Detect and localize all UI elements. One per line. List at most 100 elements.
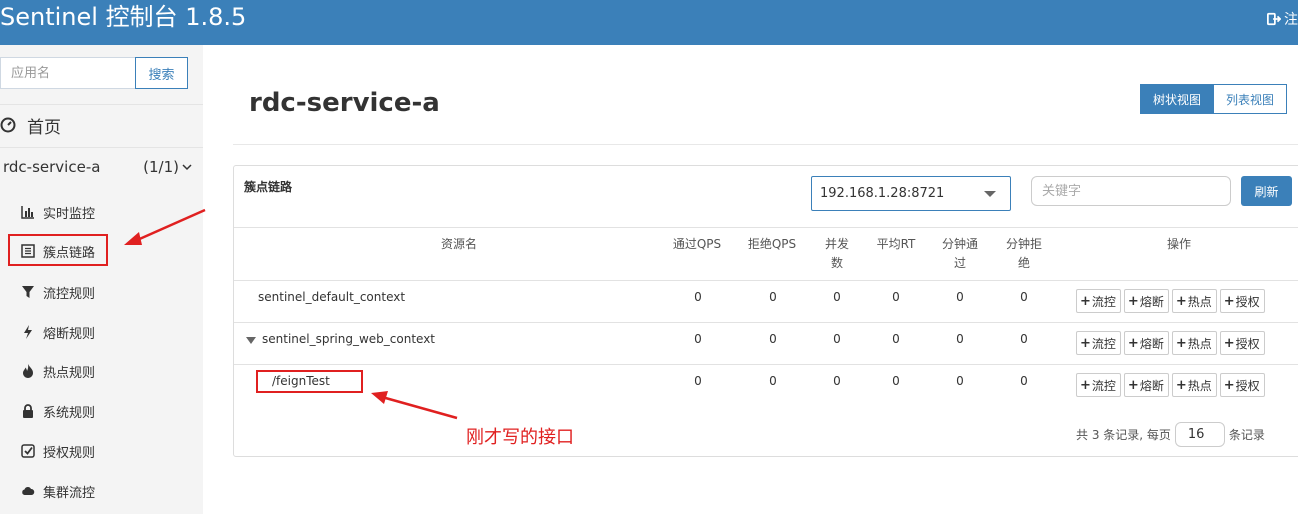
sidebar-item-label: 授权规则: [43, 445, 96, 461]
column-header-pass-qps: 通过QPS: [672, 237, 722, 251]
dashboard-icon: [0, 117, 16, 133]
add-auth-rule-button[interactable]: + 授权: [1219, 331, 1265, 355]
keyword-input[interactable]: [1031, 176, 1231, 206]
app-search-input[interactable]: [0, 57, 135, 89]
button-label: 授权: [1235, 294, 1260, 309]
plus-icon: +: [1175, 377, 1187, 393]
button-label: 热点: [1187, 378, 1212, 393]
cell-block-qps: 0: [769, 332, 777, 346]
sidebar-item-degrade-rules[interactable]: 熔断规则: [21, 322, 95, 342]
column-header-minute-block-line1: 分钟拒: [1005, 237, 1042, 251]
bar-chart-icon: [21, 205, 35, 219]
cell-avg-rt: 0: [892, 332, 900, 346]
plus-icon: +: [1223, 293, 1235, 309]
add-auth-rule-button[interactable]: + 授权: [1219, 289, 1265, 313]
sidebar-item-realtime-monitor[interactable]: 实时监控: [21, 202, 95, 222]
machine-select[interactable]: 192.168.1.28:8721: [811, 176, 1011, 211]
add-hotspot-rule-button[interactable]: + 热点: [1171, 373, 1217, 397]
page-size-input[interactable]: [1174, 422, 1225, 447]
table-row-resource[interactable]: sentinel_default_context: [258, 290, 405, 304]
button-label: 熔断: [1139, 336, 1164, 351]
cell-minute-block: 0: [1020, 290, 1028, 304]
page-title: rdc-service-a: [249, 88, 440, 118]
cell-thread: 0: [833, 332, 841, 346]
table-divider: [234, 227, 1298, 228]
button-label: 流控: [1091, 378, 1116, 393]
annotation-highlight-box: [8, 234, 108, 266]
sidebar-divider: [0, 104, 203, 105]
add-hotspot-rule-button[interactable]: + 热点: [1171, 331, 1217, 355]
logout-link[interactable]: 注: [1267, 9, 1298, 29]
add-degrade-rule-button[interactable]: + 熔断: [1123, 331, 1169, 355]
add-degrade-rule-button[interactable]: + 熔断: [1123, 373, 1169, 397]
row-actions: + 流控 + 熔断 + 热点 + 授权: [1076, 289, 1265, 313]
column-header-minute-pass-line1: 分钟通: [941, 237, 978, 251]
button-label: 流控: [1091, 336, 1116, 351]
plus-icon: +: [1127, 293, 1139, 309]
table-divider: [234, 364, 1298, 365]
sidebar-item-home[interactable]: 首页: [0, 113, 61, 138]
app-search-button[interactable]: 搜索: [135, 57, 188, 89]
row-actions: + 流控 + 熔断 + 热点 + 授权: [1076, 331, 1265, 355]
caret-down-icon: [984, 191, 996, 197]
button-label: 授权: [1235, 378, 1260, 393]
plus-icon: +: [1080, 377, 1091, 393]
add-flow-rule-button[interactable]: + 流控: [1076, 373, 1121, 397]
sidebar-item-auth-rules[interactable]: 授权规则: [21, 441, 95, 461]
column-header-thread-line1: 并发: [824, 237, 849, 251]
tree-view-button[interactable]: 树状视图: [1140, 84, 1214, 114]
collapse-triangle-icon[interactable]: [246, 337, 256, 344]
add-degrade-rule-button[interactable]: + 熔断: [1123, 289, 1169, 313]
title-divider: [233, 144, 1298, 145]
table-divider: [234, 322, 1298, 323]
sidebar-item-system-rules[interactable]: 系统规则: [21, 401, 95, 421]
view-toggle: 树状视图 列表视图: [1140, 84, 1287, 114]
cell-pass-qps: 0: [694, 332, 702, 346]
plus-icon: +: [1127, 377, 1139, 393]
sidebar-app-toggle[interactable]: rdc-service-a (1/1): [3, 158, 193, 176]
button-label: 流控: [1091, 294, 1116, 309]
chevron-down-icon: [182, 164, 192, 171]
sidebar-item-flow-rules[interactable]: 流控规则: [21, 282, 95, 302]
app-machine-count: (1/1): [143, 158, 179, 176]
table-row-resource[interactable]: sentinel_spring_web_context: [262, 332, 435, 346]
resource-panel: 簇点链路 192.168.1.28:8721 刷新 资源名 通过QPS 拒绝QP…: [233, 165, 1298, 457]
logout-label: 注: [1284, 12, 1298, 28]
list-view-button[interactable]: 列表视图: [1214, 84, 1287, 114]
pager-prefix: 共 3 条记录, 每页: [1076, 428, 1171, 442]
top-navbar: Sentinel 控制台 1.8.5 注: [0, 0, 1298, 45]
column-header-minute-block: 分钟拒 绝: [998, 235, 1050, 273]
sidebar-item-hotspot-rules[interactable]: 热点规则: [21, 361, 95, 381]
brand-title[interactable]: Sentinel 控制台 1.8.5: [0, 1, 246, 33]
cell-thread: 0: [833, 374, 841, 388]
plus-icon: +: [1223, 335, 1235, 351]
sidebar-item-cluster-flow[interactable]: 集群流控: [21, 481, 95, 501]
cell-pass-qps: 0: [694, 290, 702, 304]
plus-icon: +: [1080, 335, 1091, 351]
cell-avg-rt: 0: [892, 374, 900, 388]
cell-minute-pass: 0: [956, 374, 964, 388]
cloud-icon: [21, 484, 35, 498]
table-divider: [234, 280, 1298, 281]
sidebar-divider: [0, 147, 203, 148]
add-flow-rule-button[interactable]: + 流控: [1076, 331, 1121, 355]
add-hotspot-rule-button[interactable]: + 热点: [1171, 289, 1217, 313]
fire-icon: [21, 364, 35, 378]
filter-icon: [21, 285, 35, 299]
button-label: 热点: [1187, 294, 1212, 309]
button-label: 熔断: [1139, 378, 1164, 393]
column-header-thread: 并发 数: [817, 235, 857, 273]
cell-avg-rt: 0: [892, 290, 900, 304]
refresh-button[interactable]: 刷新: [1241, 176, 1292, 206]
cell-pass-qps: 0: [694, 374, 702, 388]
column-header-minute-pass-line2: 过: [953, 256, 966, 270]
cell-thread: 0: [833, 290, 841, 304]
add-auth-rule-button[interactable]: + 授权: [1219, 373, 1265, 397]
pager-suffix: 条记录: [1228, 428, 1265, 442]
sidebar-item-label: 首页: [27, 117, 61, 138]
panel-title: 簇点链路: [244, 180, 293, 194]
pagination: 共 3 条记录, 每页 条记录: [1076, 422, 1265, 447]
add-flow-rule-button[interactable]: + 流控: [1076, 289, 1121, 313]
sidebar-item-label: 实时监控: [43, 206, 96, 222]
sidebar-item-label: 集群流控: [43, 485, 96, 501]
